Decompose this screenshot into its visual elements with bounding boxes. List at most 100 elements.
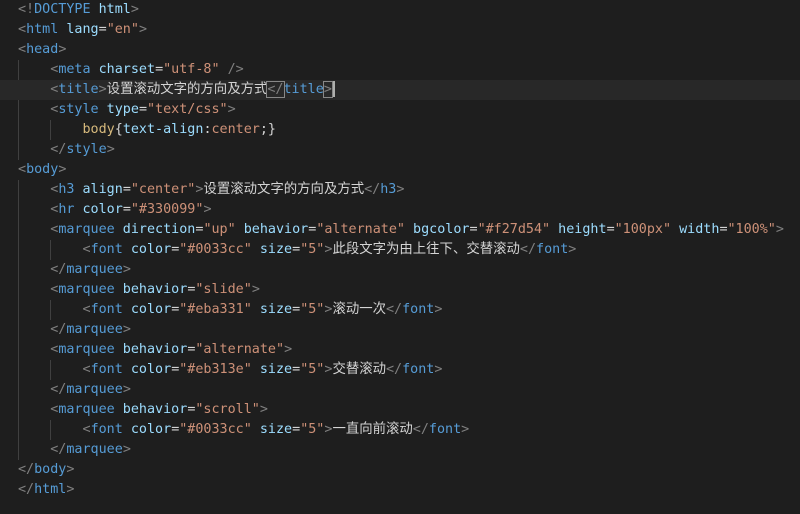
code-token: </	[266, 81, 285, 98]
code-token: "alternate"	[195, 342, 285, 357]
code-token: font	[90, 302, 123, 317]
code-token: "scroll"	[195, 402, 260, 417]
code-line[interactable]: </marquee>	[0, 380, 800, 400]
code-token: size	[251, 422, 293, 437]
code-token: lang	[58, 22, 99, 37]
code-token: >	[775, 222, 784, 237]
code-token: body	[82, 122, 115, 137]
code-token: >	[251, 282, 260, 297]
code-token: html	[90, 2, 131, 17]
code-token: >	[322, 81, 333, 98]
code-token: behavior	[114, 282, 188, 297]
code-line[interactable]: </style>	[0, 140, 800, 160]
code-token: marquee	[66, 322, 123, 337]
code-token: </	[412, 422, 429, 437]
code-token: :	[203, 122, 212, 137]
code-line[interactable]: <style type="text/css">	[0, 100, 800, 120]
code-token: size	[251, 302, 293, 317]
code-token: 设置滚动文字的方向及方式	[106, 82, 268, 97]
code-line[interactable]: <!DOCTYPE html>	[0, 0, 800, 20]
code-token: style	[58, 102, 99, 117]
code-token: </	[50, 442, 67, 457]
code-line[interactable]: body{text-align:center;}	[0, 120, 800, 140]
code-line[interactable]: <h3 align="center">设置滚动文字的方向及方式</h3>	[0, 180, 800, 200]
code-line[interactable]: <marquee direction="up" behavior="altern…	[0, 220, 800, 240]
code-token: >	[58, 162, 67, 177]
code-token: >	[434, 362, 443, 377]
code-token: height	[550, 222, 607, 237]
code-token: behavior	[114, 342, 188, 357]
code-line[interactable]: <font color="#0033cc" size="5">一直向前滚动</f…	[0, 420, 800, 440]
code-line[interactable]: <marquee behavior="alternate">	[0, 340, 800, 360]
code-token: body	[26, 162, 59, 177]
code-token: "100px"	[614, 222, 672, 237]
code-line[interactable]: <body>	[0, 160, 800, 180]
code-token: style	[66, 142, 107, 157]
code-token: color	[122, 362, 172, 377]
code-token: />	[219, 62, 244, 77]
code-token: =	[606, 222, 615, 237]
code-line[interactable]: </marquee>	[0, 440, 800, 460]
code-token: >	[461, 422, 470, 437]
code-token: ;}	[259, 122, 276, 137]
code-token: hr	[58, 202, 75, 217]
code-token: text-align	[122, 122, 204, 137]
code-token: "5"	[300, 362, 325, 377]
code-token: font	[402, 302, 435, 317]
code-token: color	[122, 422, 172, 437]
code-editor[interactable]: <!DOCTYPE html> <html lang="en"> <head> <m…	[0, 0, 800, 514]
code-token: >	[58, 42, 67, 57]
code-line[interactable]: <font color="#eb313e" size="5">交替滚动</fon…	[0, 360, 800, 380]
code-token: font	[90, 422, 123, 437]
code-line[interactable]: </marquee>	[0, 260, 800, 280]
code-token: "#f27d54"	[477, 222, 551, 237]
code-token: <	[18, 22, 27, 37]
code-token: body	[34, 462, 67, 477]
code-line[interactable]: <font color="#eba331" size="5">滚动一次</fon…	[0, 300, 800, 320]
code-line[interactable]: </body>	[0, 460, 800, 480]
code-token: "up"	[203, 222, 236, 237]
code-token: color	[122, 242, 172, 257]
code-token: width	[671, 222, 720, 237]
code-token: >	[66, 482, 75, 497]
code-line[interactable]: <marquee behavior="slide">	[0, 280, 800, 300]
code-token: html	[34, 482, 67, 497]
code-token: </	[364, 182, 381, 197]
code-line[interactable]: <marquee behavior="scroll">	[0, 400, 800, 420]
code-token: marquee	[58, 222, 115, 237]
code-token: =	[292, 422, 301, 437]
code-line[interactable]: </marquee>	[0, 320, 800, 340]
code-token: "text/css"	[147, 102, 228, 117]
code-token: =	[292, 242, 301, 257]
code-line[interactable]: </html>	[0, 480, 800, 500]
code-token: DOCTYPE	[34, 2, 91, 17]
code-token: size	[251, 362, 293, 377]
code-line[interactable]: <head>	[0, 40, 800, 60]
code-token: "5"	[300, 302, 325, 317]
code-token: marquee	[58, 402, 115, 417]
code-token: font	[536, 242, 569, 257]
code-token: </	[50, 322, 67, 337]
code-token: "en"	[106, 22, 139, 37]
code-line[interactable]: <meta charset="utf-8" />	[0, 60, 800, 80]
code-token: charset	[90, 62, 156, 77]
code-token: color	[74, 202, 123, 217]
code-token: </	[18, 462, 35, 477]
code-line[interactable]: <hr color="#330099">	[0, 200, 800, 220]
code-token: =	[122, 182, 131, 197]
code-token: "#0033cc"	[179, 242, 252, 257]
code-token: "slide"	[195, 282, 252, 297]
code-line[interactable]: <font color="#0033cc" size="5">此段文字为由上往下…	[0, 240, 800, 260]
code-token: >	[203, 202, 212, 217]
code-token: marquee	[58, 282, 115, 297]
code-line[interactable]: <html lang="en">	[0, 20, 800, 40]
code-token: </	[50, 142, 67, 157]
code-line[interactable]: <title>设置滚动文字的方向及方式</title>	[0, 80, 800, 100]
code-token: </	[386, 362, 403, 377]
